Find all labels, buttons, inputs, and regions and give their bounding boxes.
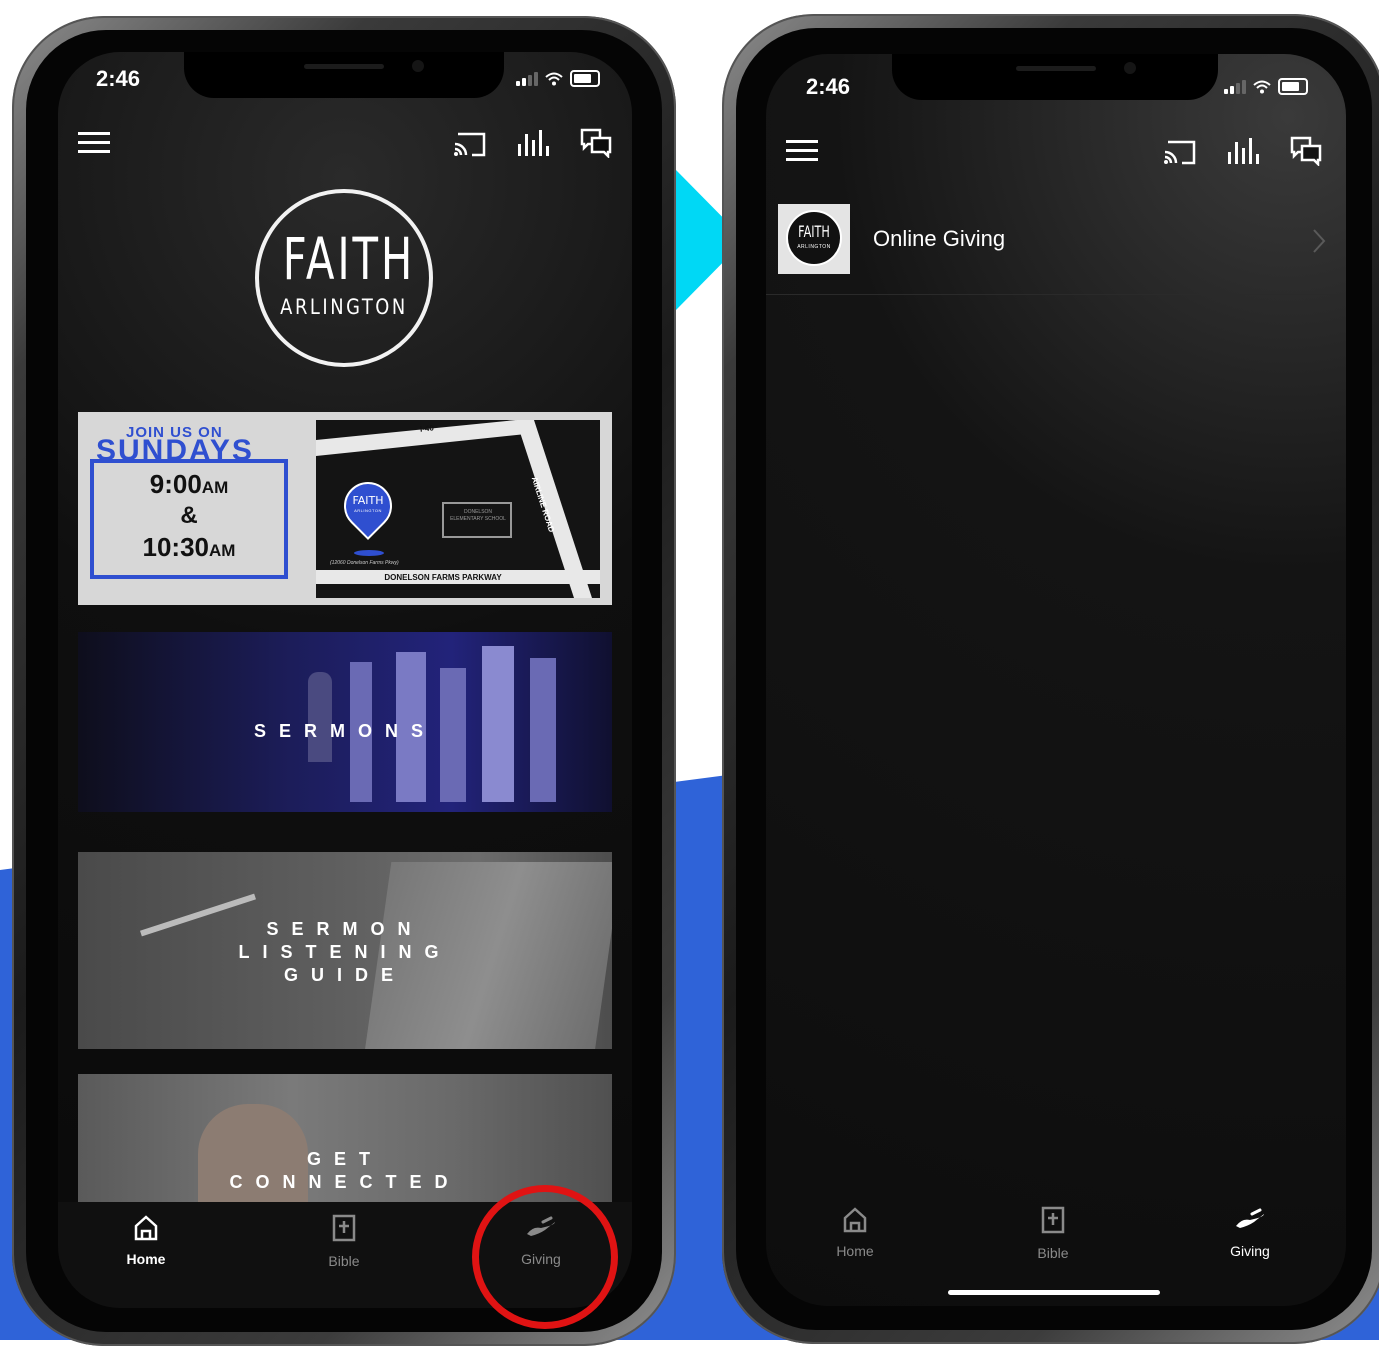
guide-label-line-1: SERMON: [266, 919, 424, 939]
tab-bible[interactable]: Bible: [998, 1206, 1108, 1261]
service-time-1: 9:00: [149, 469, 202, 499]
bible-icon: [332, 1214, 356, 1242]
pin-text: FAITH: [352, 494, 384, 507]
home-icon: [843, 1207, 867, 1233]
address-note: (12060 Donelson Farms Pkwy): [330, 560, 399, 566]
times-box: 9:00AM & 10:30AM: [90, 459, 288, 579]
service-times-card[interactable]: JOIN US ON SUNDAYS 9:00AM & 10:30AM I-40…: [78, 412, 612, 605]
pin-shadow: [354, 550, 384, 556]
battery-icon: [1278, 78, 1308, 95]
tab-home-label: Home: [126, 1251, 166, 1267]
status-indicators: [516, 70, 600, 87]
cast-icon[interactable]: [452, 130, 488, 158]
status-indicators: [1224, 78, 1308, 95]
giving-highlight-circle: [472, 1185, 618, 1329]
ampersand: &: [180, 502, 198, 529]
sermons-tile[interactable]: SERMONS: [78, 632, 612, 812]
church-logo: FAITH ARLINGTON: [255, 189, 433, 367]
battery-icon: [570, 70, 600, 87]
signal-icon: [516, 71, 538, 86]
online-giving-thumbnail: FAITH ARLINGTON: [778, 204, 850, 274]
left-phone-screen: 2:46 FAITH ARLINGTON JOIN US ON SUNDAYS …: [58, 52, 632, 1308]
menu-icon[interactable]: [78, 130, 112, 156]
tab-giving-label: Giving: [1230, 1243, 1270, 1259]
home-indicator[interactable]: [948, 1290, 1160, 1295]
logo-text-faith: FAITH: [282, 225, 416, 293]
chevron-right-icon: [1313, 229, 1326, 253]
road-label-i40: I-40: [419, 423, 435, 434]
tab-bible[interactable]: Bible: [289, 1214, 399, 1269]
thumb-logo-text: FAITH: [798, 222, 830, 241]
tab-home[interactable]: Home: [91, 1214, 201, 1267]
tab-giving[interactable]: Giving: [1195, 1206, 1305, 1259]
online-giving-title: Online Giving: [873, 226, 1006, 251]
location-map: I-40 AIRLINE ROAD FAITH ARLINGTON DONELS…: [316, 420, 600, 598]
wifi-icon: [1253, 80, 1271, 93]
audio-bars-icon[interactable]: [516, 128, 550, 158]
get-label: GET: [306, 1149, 383, 1169]
time-2-suffix: AM: [209, 541, 236, 560]
guide-label-line-2: LISTENING: [238, 942, 452, 962]
status-time: 2:46: [96, 66, 141, 91]
tab-bible-label: Bible: [1037, 1245, 1069, 1261]
time-1-suffix: AM: [201, 478, 229, 497]
parkway-label: DONELSON FARMS PARKWAY: [384, 573, 502, 582]
chat-icon[interactable]: [1290, 136, 1322, 166]
tab-home[interactable]: Home: [800, 1206, 910, 1259]
tab-bible-label: Bible: [328, 1253, 360, 1269]
bible-icon: [1041, 1206, 1065, 1234]
thumb-logo-subtext: ARLINGTON: [797, 244, 831, 250]
sermon-listening-guide-tile[interactable]: SERMON LISTENING GUIDE: [78, 852, 612, 1049]
cast-icon[interactable]: [1162, 138, 1198, 166]
menu-icon[interactable]: [786, 138, 820, 164]
school-label: DONELSON ELEMENTARY SCHOOL: [450, 509, 506, 522]
notch: [892, 54, 1218, 100]
wifi-icon: [545, 72, 563, 85]
signal-icon: [1224, 79, 1246, 94]
guide-label-line-3: GUIDE: [283, 965, 406, 985]
giving-hand-icon: [1236, 1208, 1264, 1228]
sermons-label: SERMONS: [253, 721, 436, 741]
right-phone-screen: 2:46 FAITH ARLINGTON Online Giving Home …: [766, 54, 1346, 1306]
logo-text-arlington: ARLINGTON: [280, 295, 408, 319]
chat-icon[interactable]: [580, 128, 612, 158]
pin-subtext: ARLINGTON: [354, 508, 382, 513]
home-icon: [134, 1215, 158, 1241]
notch: [184, 52, 504, 98]
audio-bars-icon[interactable]: [1226, 136, 1260, 166]
service-time-2: 10:30: [142, 532, 210, 562]
tab-home-label: Home: [836, 1243, 874, 1259]
status-time: 2:46: [806, 74, 851, 99]
online-giving-row[interactable]: FAITH ARLINGTON Online Giving: [766, 196, 1346, 295]
